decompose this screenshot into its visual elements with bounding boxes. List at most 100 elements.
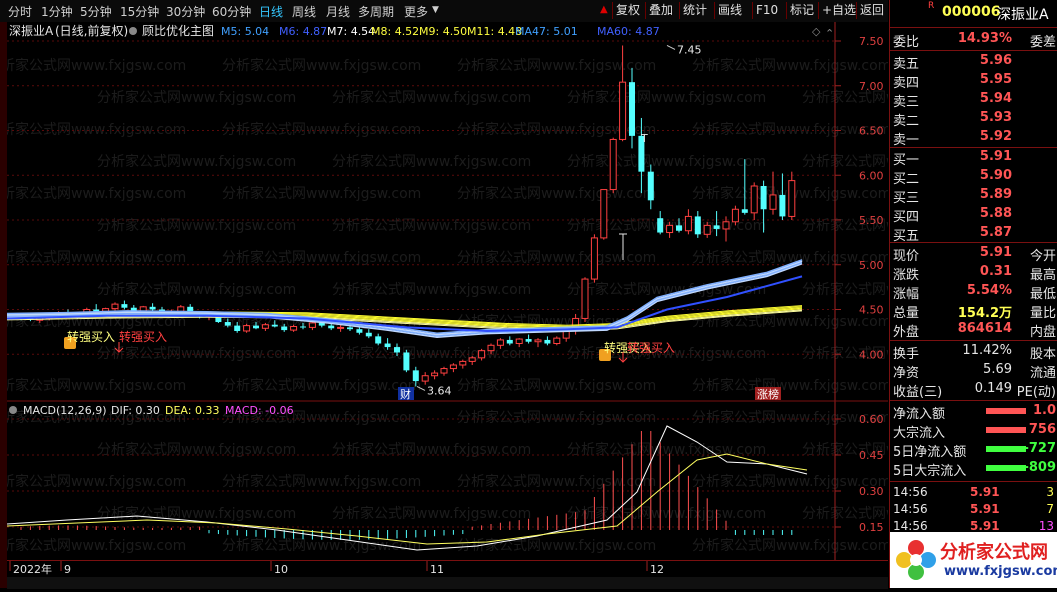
period-tab[interactable]: 周线 [292,3,316,20]
period-tab[interactable]: 多周期 [358,3,394,20]
period-tab[interactable]: 60分钟 [212,3,251,20]
watermark-text: 分析家公式网www.fxjgsw.com [222,185,421,202]
candle-body-up [487,344,495,352]
period-tab[interactable]: 月线 [326,3,350,20]
price-axis-label: 7.50 [859,35,884,48]
candle-body-up [534,339,542,343]
stock-name: 深振业A [997,7,1049,23]
buy-level-row-value: 5.90 [979,168,1012,183]
watermark-text: 分析家公式网www.fxjgsw.com [7,537,186,554]
toolbar-button[interactable]: 统计 [679,2,710,19]
candle-body-down [779,194,786,217]
stat-row-value: 0.149 [974,381,1012,396]
watermark-text: 分析家公式网www.fxjgsw.com [7,473,186,490]
money-flow-row: 5日大宗流入 -809 [890,459,1057,479]
money-flow-value: -809 [1023,460,1056,475]
period-tab[interactable]: 分时 [8,3,32,20]
macd-axis-label: 0.15 [859,521,884,534]
toolbar-button[interactable]: 叠加 [645,2,676,19]
watermark-text: 分析家公式网www.fxjgsw.com [97,153,296,170]
candle-body-up [684,215,692,232]
logo-text: 分析家公式网 [940,542,1048,563]
toolbar-button[interactable]: F10 [752,2,781,19]
price-axis-label: 4.50 [859,304,884,317]
buy-signal-label: 转强买入 [67,329,115,344]
kline-chart[interactable]: 分析家公式网www.fxjgsw.com 分析家公式网www.fxjgsw.com… [0,22,1001,402]
sell-level-row: 卖三 5.94 [890,90,1057,110]
macd-chart[interactable]: 分析家公式网www.fxjgsw.com 分析家公式网www.fxjgsw.com… [0,402,1001,562]
buy-level-row-label: 买三 [893,191,920,206]
buy-level-row-value: 5.89 [979,187,1012,202]
macd-chart-svg: 分析家公式网www.fxjgsw.com 分析家公式网www.fxjgsw.com… [0,402,1001,560]
t-marker: T [640,132,648,145]
toolbar-button[interactable]: +自选 [818,2,859,19]
buy-level-row-label: 买一 [893,153,920,168]
more-dropdown-icon[interactable]: ▼ [432,5,439,15]
candle-body-down [394,347,400,353]
candle-body-up [261,324,269,329]
kline-chart-svg: 分析家公式网www.fxjgsw.com 分析家公式网www.fxjgsw.com… [0,22,1001,402]
candle-body-down [760,185,767,210]
money-flow-bar [986,427,1026,433]
candle-body-up [468,357,476,362]
period-tab[interactable]: 更多 [404,3,428,20]
sell-level-row-label: 卖五 [893,57,920,72]
watermark-text: 分析家公式网www.fxjgsw.com [332,89,531,106]
tick-time: 14:56 [893,519,928,533]
candle-body-up [553,337,561,345]
period-toolbar: 分时 1分钟 5分钟 15分钟 30分钟 60分钟 日线 周线 月线 多周期 更多 ▼ ▲ 复权 叠加 统计画… [0,0,888,23]
watermark-text: 分析家公式网www.fxjgsw.com [332,345,531,362]
quote-row-label: 总量 [893,306,920,321]
watermark-text: 分析家公式网www.fxjgsw.com [7,249,186,266]
toolbar-button[interactable]: 标记 [786,2,817,19]
period-tab[interactable]: 1分钟 [41,3,73,20]
tick-price: 5.91 [970,519,1000,533]
stat-row-value: 11.42% [962,343,1012,358]
collapse-arrow-icon[interactable]: ▲ [600,4,608,15]
macd-legend-dea: DEA: 0.33 [165,404,219,417]
candle-body-down [676,225,682,231]
toolbar-button[interactable]: 画线 [714,2,745,19]
stat-row: 净资 5.69 流通 [890,361,1057,381]
candle-body-down [271,324,278,327]
toolbar-button[interactable]: 复权 [612,2,643,19]
tick-volume: 13 [1038,519,1054,533]
buy-level-row: 买五 5.87 [890,224,1057,244]
candle-body-up [731,208,739,223]
buy-level-row: 买一 5.91 [890,148,1057,168]
stat-row-label2: 流通 [1029,366,1056,381]
macd-axis-label: 0.30 [859,485,884,498]
sell-level-row-label: 卖三 [893,95,920,110]
toolbar-button[interactable]: 返回 [856,2,887,19]
candle-body-down [281,326,288,331]
stat-row-value: 5.69 [983,362,1012,377]
watermark-text: 分析家公式网www.fxjgsw.com [457,121,656,138]
candle-body-down [412,370,419,382]
watermark-text: 分析家公式网www.fxjgsw.com [802,505,888,522]
candle-body-up [440,368,448,374]
candle-body-up [581,278,589,319]
candle-body-up [750,185,758,214]
sell-level-row: 卖一 5.92 [890,128,1057,148]
candle-body-down [121,304,128,308]
quote-row-label2: 量比 [1029,306,1056,321]
candle-body-down [544,339,551,344]
date-label: 11 [430,563,444,576]
money-flow-row: 净流入额 1.0 [890,402,1057,422]
candle-body-up [478,350,486,359]
period-tab[interactable]: 30分钟 [166,3,205,20]
candle-body-down [300,326,306,328]
money-flow-value: 756 [1028,422,1056,437]
watermark-text: 分析家公式网www.fxjgsw.com [97,217,296,234]
period-tab[interactable]: 日线 [259,3,283,20]
macd-dropdown-icon [9,406,17,414]
candle-body-down [365,332,372,337]
legend-indicator: 顾比优化主图 [142,24,214,38]
macd-legend-macd: MACD: -0.06 [225,404,294,417]
site-logo: 分析家公式网 www.fxjgsw.com [890,532,1057,588]
period-tab[interactable]: 15分钟 [120,3,159,20]
stat-row-label: 收益(三) [893,385,943,400]
period-tab[interactable]: 5分钟 [80,3,112,20]
weibi-label: 委比 [893,35,920,50]
watermark-text: 分析家公式网www.fxjgsw.com [457,409,656,426]
